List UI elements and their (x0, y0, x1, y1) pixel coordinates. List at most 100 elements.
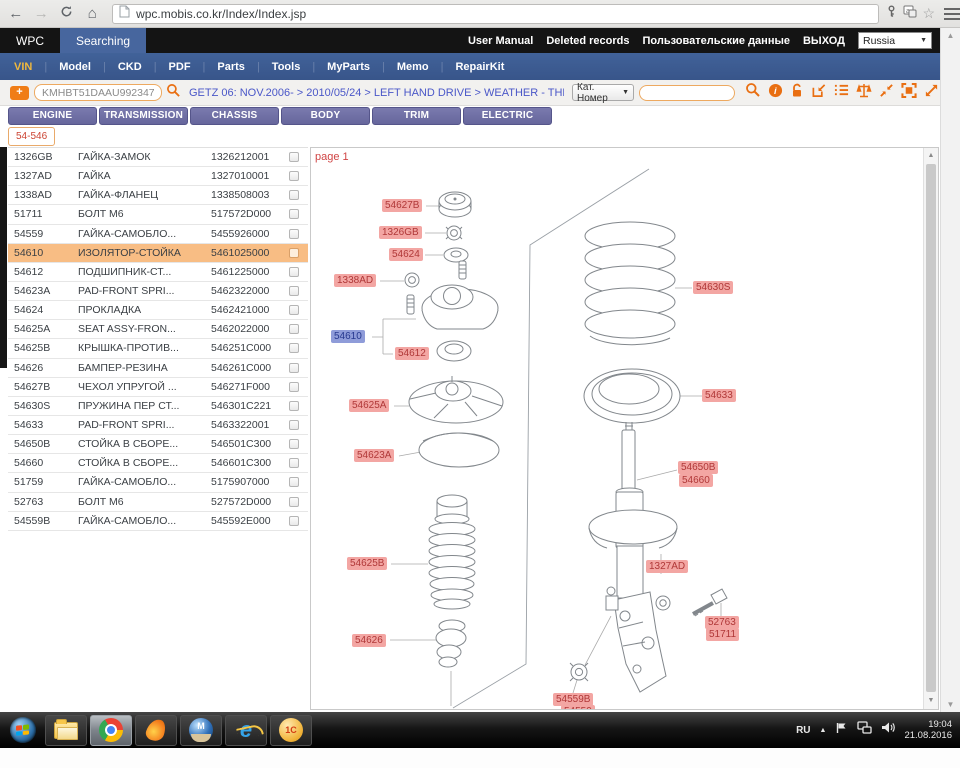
reload-icon[interactable] (57, 5, 77, 22)
category-tab-trim[interactable]: TRIM (372, 107, 461, 125)
home-icon[interactable]: ⌂ (83, 5, 103, 22)
network-icon[interactable] (857, 721, 872, 739)
row-checkbox[interactable] (289, 363, 299, 373)
row-checkbox[interactable] (289, 171, 299, 181)
row-checkbox[interactable] (289, 209, 299, 219)
table-row[interactable]: 51759ГАЙКА-САМОБЛО...5175907000 (8, 473, 308, 492)
menu-item-memo[interactable]: Memo (397, 61, 429, 73)
diagram-label-51711[interactable]: 51711 (706, 628, 739, 641)
tab-wpc[interactable]: WPC (0, 28, 60, 53)
action-center-flag-icon[interactable] (835, 721, 848, 739)
diagram-label-54650B[interactable]: 54650B (678, 461, 718, 474)
breadcrumb[interactable]: GETZ 06: NOV.2006- > 2010/05/24 > LEFT H… (189, 87, 564, 99)
vin-input[interactable] (34, 84, 162, 101)
category-tab-electric[interactable]: ELECTRIC (463, 107, 552, 125)
menu-item-vin[interactable]: VIN (14, 61, 32, 73)
table-row[interactable]: 54559BГАЙКА-САМОБЛО...545592E000 (8, 512, 308, 531)
part-search-icon[interactable] (745, 82, 761, 103)
user-data-link[interactable]: Пользовательские данные (643, 35, 790, 47)
table-row[interactable]: 54633PAD-FRONT SPRI...5463322001 (8, 416, 308, 435)
language-indicator[interactable]: RU (796, 725, 810, 736)
taskbar-ie-button[interactable]: e (225, 715, 267, 746)
table-row[interactable]: 1338ADГАЙКА-ФЛАНЕЦ1338508003 (8, 186, 308, 205)
scroll-down-icon[interactable]: ▼ (941, 700, 960, 709)
page-scrollbar[interactable]: ▲ ▼ (940, 28, 960, 712)
category-tab-transmission[interactable]: TRANSMISSION (99, 107, 188, 125)
row-checkbox[interactable] (289, 420, 299, 430)
address-bar[interactable]: wpc.mobis.co.kr/Index/Index.jsp (112, 4, 879, 24)
row-checkbox[interactable] (289, 248, 299, 258)
menu-item-repairkit[interactable]: RepairKit (455, 61, 504, 73)
taskbar-chrome-button[interactable] (90, 715, 132, 746)
row-checkbox[interactable] (289, 267, 299, 277)
start-button[interactable] (4, 715, 42, 746)
info-icon[interactable]: i (768, 83, 783, 103)
row-checkbox[interactable] (289, 516, 299, 526)
part-number-input[interactable] (639, 85, 735, 101)
user-manual-link[interactable]: User Manual (468, 35, 533, 47)
row-checkbox[interactable] (289, 286, 299, 296)
menu-item-tools[interactable]: Tools (272, 61, 301, 73)
diagram-label-54559[interactable]: 54559 (561, 705, 595, 710)
add-vin-button[interactable]: + (10, 86, 29, 100)
taskbar-flame-app-button[interactable] (135, 715, 177, 746)
table-row[interactable]: 54626БАМПЕР-РЕЗИНА546261C000 (8, 359, 308, 378)
diagram-label-1327AD[interactable]: 1327AD (646, 560, 688, 573)
taskbar-mail-agent-button[interactable]: M (180, 715, 222, 746)
table-row[interactable]: 1327ADГАЙКА1327010001 (8, 167, 308, 186)
collapsed-panel-edge[interactable] (0, 147, 7, 368)
table-row[interactable]: 1326GBГАЙКА-ЗАМОК1326212001 (8, 148, 308, 167)
row-checkbox[interactable] (289, 439, 299, 449)
table-row[interactable]: 54559ГАЙКА-САМОБЛО...5455926000 (8, 225, 308, 244)
category-tab-chassis[interactable]: CHASSIS (190, 107, 279, 125)
vin-search-icon[interactable] (166, 83, 181, 103)
bookmark-star-icon[interactable]: ☆ (922, 5, 935, 22)
row-checkbox[interactable] (289, 497, 299, 507)
diagram-scrollbar[interactable]: ▲ ▼ (923, 148, 938, 709)
scroll-up-icon[interactable]: ▲ (941, 31, 960, 40)
diagram-label-54626[interactable]: 54626 (352, 634, 386, 647)
table-row[interactable]: 52763БОЛТ M6527572D000 (8, 493, 308, 512)
table-row[interactable]: 54625BКРЫШКА-ПРОТИВ...546251C000 (8, 339, 308, 358)
language-select[interactable]: Russia ▼ (858, 32, 932, 49)
diagram-label-54660[interactable]: 54660 (679, 474, 713, 487)
table-row[interactable]: 54627BЧЕХОЛ УПРУГОЙ ...546271F000 (8, 378, 308, 397)
scroll-down-icon[interactable]: ▼ (924, 694, 938, 708)
unlock-icon[interactable] (790, 83, 804, 103)
menu-item-myparts[interactable]: MyParts (327, 61, 370, 73)
translate-icon[interactable]: a (903, 5, 917, 23)
diagram-label-54625B[interactable]: 54625B (347, 557, 387, 570)
row-checkbox[interactable] (289, 305, 299, 315)
fullscreen-frame-icon[interactable] (901, 83, 917, 103)
table-row[interactable]: 51711БОЛТ M6517572D000 (8, 205, 308, 224)
scrollbar-thumb[interactable] (926, 164, 936, 692)
diagram-label-1338AD[interactable]: 1338AD (334, 274, 376, 287)
back-icon[interactable]: ← (6, 5, 26, 22)
compare-scales-icon[interactable] (856, 83, 872, 103)
menu-item-parts[interactable]: Parts (217, 61, 245, 73)
diagram-label-54610[interactable]: 54610 (331, 330, 365, 343)
category-tab-body[interactable]: BODY (281, 107, 370, 125)
volume-icon[interactable] (881, 721, 895, 739)
row-checkbox[interactable] (289, 343, 299, 353)
table-row[interactable]: 54624ПРОКЛАДКА5462421000 (8, 301, 308, 320)
row-checkbox[interactable] (289, 382, 299, 392)
table-row[interactable]: 54660СТОЙКА В СБОРЕ...546601C300 (8, 454, 308, 473)
list-icon[interactable] (834, 83, 849, 102)
table-row[interactable]: 54623APAD-FRONT SPRI...5462322000 (8, 282, 308, 301)
browser-menu-icon[interactable] (944, 8, 960, 20)
scroll-up-icon[interactable]: ▲ (924, 149, 938, 163)
table-row[interactable]: 54612ПОДШИПНИК-СТ...5461225000 (8, 263, 308, 282)
table-row[interactable]: 54625ASEAT ASSY-FRON...5462022000 (8, 320, 308, 339)
taskbar-1c-button[interactable]: 1С (270, 715, 312, 746)
diagram-label-54633[interactable]: 54633 (702, 389, 736, 402)
diagram-label-54612[interactable]: 54612 (395, 347, 429, 360)
row-checkbox[interactable] (289, 152, 299, 162)
diagram-label-54625A[interactable]: 54625A (349, 399, 389, 412)
diagram-label-54623A[interactable]: 54623A (354, 449, 394, 462)
diagram-label-54627B[interactable]: 54627B (382, 199, 422, 212)
row-checkbox[interactable] (289, 190, 299, 200)
row-checkbox[interactable] (289, 477, 299, 487)
expand-icon[interactable] (924, 83, 939, 103)
table-row[interactable]: 54630SПРУЖИНА ПЕР СТ...546301C221 (8, 397, 308, 416)
